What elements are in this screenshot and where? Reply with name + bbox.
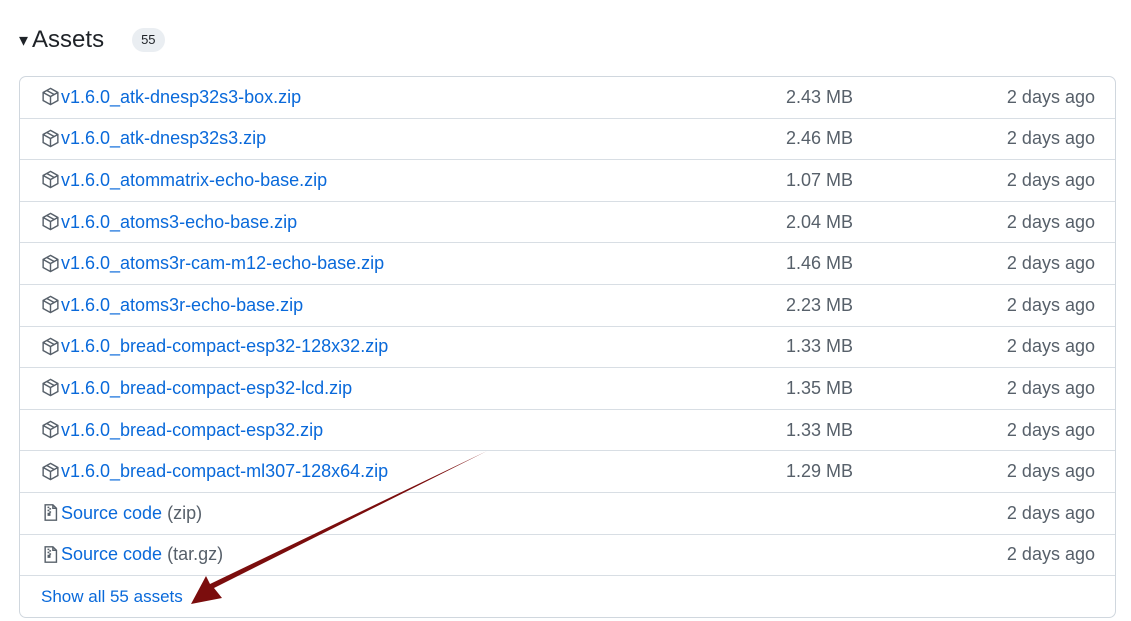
source-code-format: (zip) (167, 502, 203, 523)
asset-date: 2 days ago (1006, 294, 1095, 315)
asset-download-link[interactable]: v1.6.0_atoms3r-echo-base.zip (61, 295, 303, 316)
asset-date: 2 days ago (1006, 461, 1095, 482)
asset-date: 2 days ago (1006, 128, 1095, 149)
asset-download-link[interactable]: v1.6.0_atoms3-echo-base.zip (61, 212, 297, 233)
assets-count-badge: 55 (132, 28, 165, 52)
asset-size: 2.43 MB (785, 86, 853, 107)
file-zip-icon (41, 503, 61, 523)
package-icon (41, 129, 61, 149)
source-code-link[interactable]: Source code (zip) (61, 503, 202, 524)
asset-date: 2 days ago (1006, 169, 1095, 190)
package-icon (41, 87, 61, 107)
asset-row: v1.6.0_atk-dnesp32s3-box.zip 2.43 MB 2 day… (20, 77, 1115, 119)
asset-date: 2 days ago (1006, 211, 1095, 232)
asset-row: v1.6.0_bread-compact-ml307-128x64.zip 1.2… (20, 451, 1115, 493)
asset-row: v1.6.0_bread-compact-esp32-lcd.zip 1.35 M… (20, 368, 1115, 410)
asset-size: 1.46 MB (785, 253, 853, 274)
show-all-assets-link[interactable]: Show all 55 assets (41, 587, 183, 607)
asset-row: v1.6.0_atoms3r-echo-base.zip 2.23 MB 2 day… (20, 285, 1115, 327)
package-icon (41, 254, 61, 274)
asset-size: 2.04 MB (785, 211, 853, 232)
source-code-label: Source code (61, 502, 163, 523)
asset-download-link[interactable]: v1.6.0_atk-dnesp32s3-box.zip (61, 87, 301, 108)
asset-row: v1.6.0_atommatrix-echo-base.zip 1.07 MB 2 … (20, 160, 1115, 202)
source-code-format: (tar.gz) (167, 544, 224, 565)
source-code-label: Source code (61, 544, 163, 565)
asset-download-link[interactable]: v1.6.0_atk-dnesp32s3.zip (61, 128, 266, 149)
asset-row: v1.6.0_bread-compact-esp32-128x32.zip 1.3… (20, 327, 1115, 369)
asset-download-link[interactable]: v1.6.0_bread-compact-esp32-128x32.zip (61, 336, 388, 357)
asset-row: v1.6.0_atoms3r-cam-m12-echo-base.zip 1.46… (20, 243, 1115, 285)
package-icon (41, 420, 61, 440)
asset-row: v1.6.0_atoms3-echo-base.zip 2.04 MB 2 days… (20, 202, 1115, 244)
asset-size: 1.35 MB (785, 377, 853, 398)
package-icon (41, 295, 61, 315)
asset-size: 2.46 MB (785, 128, 853, 149)
file-zip-icon (41, 545, 61, 565)
asset-size: 1.33 MB (785, 419, 853, 440)
asset-row: v1.6.0_atk-dnesp32s3.zip 2.46 MB 2 days ag… (20, 119, 1115, 161)
asset-download-link[interactable]: v1.6.0_atommatrix-echo-base.zip (61, 170, 327, 191)
package-icon (41, 462, 61, 482)
asset-date: 2 days ago (1006, 377, 1095, 398)
asset-date: 2 days ago (1006, 336, 1095, 357)
asset-date: 2 days ago (1006, 419, 1095, 440)
asset-date: 2 days ago (1006, 86, 1095, 107)
asset-size: 1.29 MB (785, 461, 853, 482)
asset-download-link[interactable]: v1.6.0_bread-compact-ml307-128x64.zip (61, 461, 388, 482)
asset-size: 1.07 MB (785, 169, 853, 190)
assets-title: Assets (32, 26, 105, 53)
asset-download-link[interactable]: v1.6.0_bread-compact-esp32.zip (61, 420, 323, 441)
collapse-toggle-icon[interactable]: ▾ (19, 31, 28, 49)
asset-size: 1.33 MB (785, 336, 853, 357)
assets-list: v1.6.0_atk-dnesp32s3-box.zip 2.43 MB 2 day… (19, 76, 1116, 618)
source-code-row: Source code (tar.gz) 2 days ago (20, 535, 1115, 577)
package-icon (41, 337, 61, 357)
source-code-row: Source code (zip) 2 days ago (20, 493, 1115, 535)
source-code-link[interactable]: Source code (tar.gz) (61, 544, 223, 565)
package-icon (41, 378, 61, 398)
package-icon (41, 212, 61, 232)
asset-date: 2 days ago (1006, 544, 1095, 565)
package-icon (41, 170, 61, 190)
assets-header: ▾ Assets 55 (19, 22, 165, 58)
asset-date: 2 days ago (1006, 253, 1095, 274)
asset-row: v1.6.0_bread-compact-esp32.zip 1.33 MB 2 d… (20, 410, 1115, 452)
asset-date: 2 days ago (1006, 502, 1095, 523)
asset-download-link[interactable]: v1.6.0_bread-compact-esp32-lcd.zip (61, 378, 352, 399)
asset-size: 2.23 MB (785, 294, 853, 315)
asset-download-link[interactable]: v1.6.0_atoms3r-cam-m12-echo-base.zip (61, 253, 384, 274)
